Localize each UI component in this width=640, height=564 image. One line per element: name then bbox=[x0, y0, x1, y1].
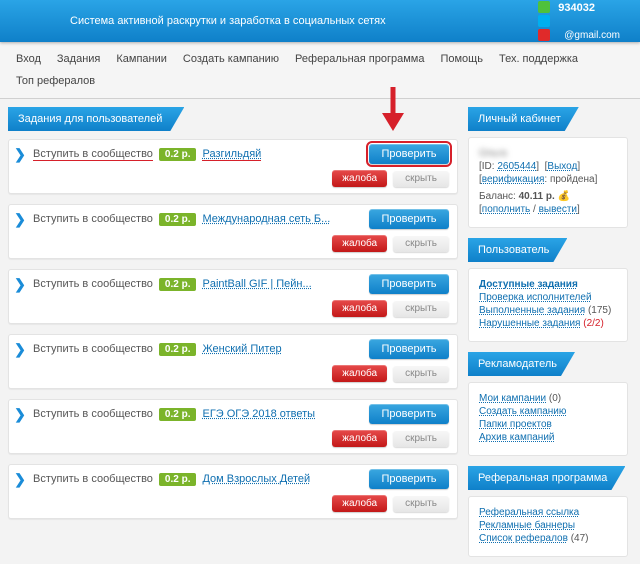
online-count: 934032 bbox=[558, 2, 620, 14]
chevron-right-icon[interactable]: ❯ bbox=[13, 276, 27, 293]
complain-button[interactable]: жалоба bbox=[332, 235, 387, 252]
complain-button[interactable]: жалоба bbox=[332, 300, 387, 317]
nav-referral[interactable]: Реферальная программа bbox=[289, 50, 430, 68]
chevron-right-icon[interactable]: ❯ bbox=[13, 406, 27, 423]
sidebar-heading-account: Личный кабинет bbox=[468, 107, 628, 129]
task-type-label: Вступить в сообщество bbox=[33, 213, 153, 225]
task-type-label: Вступить в сообщество bbox=[33, 148, 153, 160]
complain-button[interactable]: жалоба bbox=[332, 170, 387, 187]
main-nav: Вход Задания Кампании Создать кампанию Р… bbox=[0, 42, 640, 99]
task-price-badge: 0.2 р. bbox=[159, 343, 197, 356]
task-price-badge: 0.2 р. bbox=[159, 473, 197, 486]
task-price-badge: 0.2 р. bbox=[159, 148, 197, 161]
task-price-badge: 0.2 р. bbox=[159, 278, 197, 291]
skype-icon bbox=[538, 15, 550, 27]
tagline-text: Система активной раскрутки и заработка в… bbox=[70, 15, 386, 27]
nav-login[interactable]: Вход bbox=[10, 50, 47, 68]
verification-link[interactable]: верификация bbox=[482, 174, 545, 185]
withdraw-link[interactable]: вывести bbox=[539, 204, 577, 215]
campaign-archive-link[interactable]: Архив кампаний bbox=[479, 432, 555, 443]
nav-create-campaign[interactable]: Создать кампанию bbox=[177, 50, 285, 68]
advertiser-panel: Мои кампании (0) Создать кампанию Папки … bbox=[468, 382, 628, 456]
task-price-badge: 0.2 р. bbox=[159, 408, 197, 421]
chevron-right-icon[interactable]: ❯ bbox=[13, 341, 27, 358]
main-heading-ribbon: Задания для пользователей bbox=[8, 107, 458, 131]
hide-button[interactable]: скрыть bbox=[393, 365, 449, 382]
task-target-link[interactable]: Дом Взрослых Детей bbox=[202, 473, 310, 485]
chevron-right-icon[interactable]: ❯ bbox=[13, 146, 27, 163]
task-card: ❯ Вступить в сообщество 0.2 р. Женский Пите… bbox=[8, 334, 458, 389]
available-tasks-link[interactable]: Доступные задания bbox=[479, 279, 578, 290]
check-button[interactable]: Проверить bbox=[369, 274, 449, 294]
task-card: ❯ Вступить в сообщество 0.2 р. ЕГЭ ОГЭ 2018… bbox=[8, 399, 458, 454]
done-tasks-link[interactable]: Выполненные задания bbox=[479, 305, 585, 316]
hide-button[interactable]: скрыть bbox=[393, 170, 449, 187]
task-target-link[interactable]: PaintBall GIF | Пейн... bbox=[202, 278, 311, 290]
task-target-link[interactable]: Международная сеть Б... bbox=[202, 213, 330, 225]
user-panel: Доступные задания Проверка исполнителей … bbox=[468, 268, 628, 342]
balance-value: 40.11 р. bbox=[519, 191, 555, 202]
sidebar-heading-referral: Реферальная программа bbox=[468, 466, 628, 488]
ref-banners-link[interactable]: Рекламные баннеры bbox=[479, 520, 575, 531]
sidebar-heading-advertiser: Рекламодатель bbox=[468, 352, 628, 374]
account-panel: Ольга [ID: 2605444] [Выход] [верификация… bbox=[468, 137, 628, 228]
nav-top-referrals[interactable]: Топ рефералов bbox=[10, 72, 101, 90]
nav-help[interactable]: Помощь bbox=[434, 50, 489, 68]
hide-button[interactable]: скрыть bbox=[393, 495, 449, 512]
logout-link[interactable]: Выход bbox=[547, 161, 577, 172]
check-button[interactable]: Проверить bbox=[369, 209, 449, 229]
create-campaign-link[interactable]: Создать кампанию bbox=[479, 406, 566, 417]
topup-link[interactable]: пополнить bbox=[482, 204, 530, 215]
task-price-badge: 0.2 р. bbox=[159, 213, 197, 226]
complain-button[interactable]: жалоба bbox=[332, 430, 387, 447]
sidebar-heading-user: Пользователь bbox=[468, 238, 628, 260]
task-card: ❯ Вступить в сообщество 0.2 р. Разгильдяй Пр… bbox=[8, 139, 458, 194]
ref-link[interactable]: Реферальная ссылка bbox=[479, 507, 579, 518]
my-campaigns-link[interactable]: Мои кампании bbox=[479, 393, 546, 404]
chevron-right-icon[interactable]: ❯ bbox=[13, 211, 27, 228]
wallet-icon: 💰 bbox=[558, 191, 570, 202]
user-email: @gmail.com bbox=[564, 30, 620, 41]
task-type-label: Вступить в сообщество bbox=[33, 408, 153, 420]
check-button[interactable]: Проверить bbox=[369, 404, 449, 424]
check-button[interactable]: Проверить bbox=[369, 144, 449, 164]
nav-support[interactable]: Тех. поддержка bbox=[493, 50, 584, 68]
main-heading-text: Задания для пользователей bbox=[8, 107, 184, 131]
task-type-label: Вступить в сообщество bbox=[33, 473, 153, 485]
account-id-link[interactable]: 2605444 bbox=[497, 161, 536, 172]
top-right-cluster: 934032 @gmail.com bbox=[538, 1, 640, 41]
tasks-list: ❯ Вступить в сообщество 0.2 р. Разгильдяй Пр… bbox=[8, 139, 458, 519]
nav-campaigns[interactable]: Кампании bbox=[110, 50, 173, 68]
task-type-label: Вступить в сообщество bbox=[33, 343, 153, 355]
icq-icon bbox=[538, 1, 550, 13]
account-username: Ольга bbox=[479, 148, 617, 159]
check-button[interactable]: Проверить bbox=[369, 339, 449, 359]
hide-button[interactable]: скрыть bbox=[393, 430, 449, 447]
check-button[interactable]: Проверить bbox=[369, 469, 449, 489]
check-performers-link[interactable]: Проверка исполнителей bbox=[479, 292, 592, 303]
task-card: ❯ Вступить в сообщество 0.2 р. PaintBall GI… bbox=[8, 269, 458, 324]
mail-icon bbox=[538, 29, 550, 41]
task-card: ❯ Вступить в сообщество 0.2 р. Международна… bbox=[8, 204, 458, 259]
nav-tasks[interactable]: Задания bbox=[51, 50, 106, 68]
task-card: ❯ Вступить в сообщество 0.2 р. Дом Взрослых… bbox=[8, 464, 458, 519]
complain-button[interactable]: жалоба bbox=[332, 365, 387, 382]
broken-tasks-link[interactable]: Нарушенные задания bbox=[479, 318, 580, 329]
referral-panel: Реферальная ссылка Рекламные баннеры Спи… bbox=[468, 496, 628, 557]
project-folders-link[interactable]: Папки проектов bbox=[479, 419, 552, 430]
hide-button[interactable]: скрыть bbox=[393, 300, 449, 317]
complain-button[interactable]: жалоба bbox=[332, 495, 387, 512]
hide-button[interactable]: скрыть bbox=[393, 235, 449, 252]
chevron-right-icon[interactable]: ❯ bbox=[13, 471, 27, 488]
task-target-link[interactable]: ЕГЭ ОГЭ 2018 ответы bbox=[202, 408, 315, 420]
task-target-link[interactable]: Разгильдяй bbox=[202, 148, 261, 160]
top-banner: Система активной раскрутки и заработка в… bbox=[0, 0, 640, 42]
ref-list-link[interactable]: Список рефералов bbox=[479, 533, 568, 544]
task-type-label: Вступить в сообщество bbox=[33, 278, 153, 290]
task-target-link[interactable]: Женский Питер bbox=[202, 343, 281, 355]
